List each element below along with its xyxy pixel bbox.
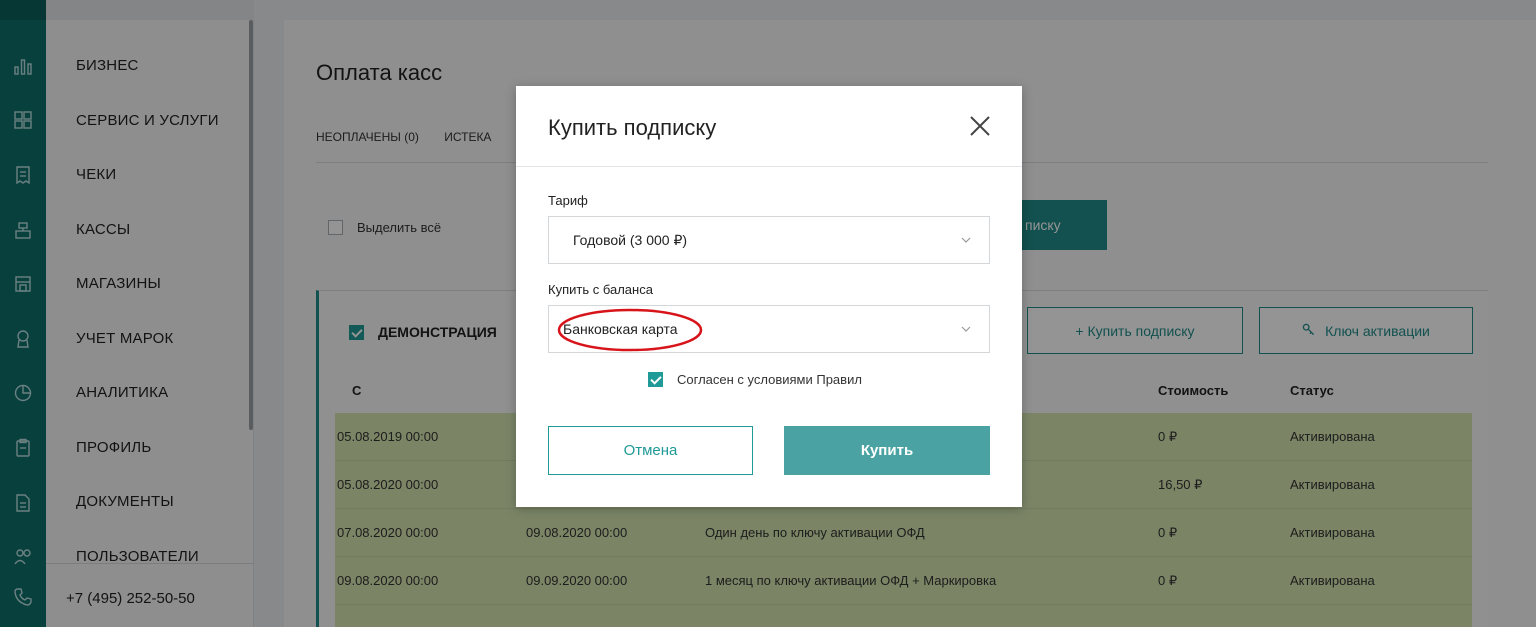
tariff-label: Тариф: [548, 193, 588, 208]
agree-checkbox[interactable]: Согласен с условиями Правил: [648, 372, 862, 387]
chevron-down-icon: [961, 237, 971, 243]
close-icon[interactable]: [968, 114, 992, 138]
balance-label: Купить с баланса: [548, 282, 653, 297]
balance-value: Банковская карта: [563, 321, 678, 337]
cancel-button[interactable]: Отмена: [548, 426, 753, 475]
balance-select[interactable]: Банковская карта: [548, 305, 990, 353]
chevron-down-icon: [961, 326, 971, 332]
tariff-value: Годовой (3 000 ₽): [573, 231, 688, 248]
buy-button[interactable]: Купить: [784, 426, 990, 475]
modal-title: Купить подписку: [548, 115, 717, 140]
modal-divider: [516, 166, 1022, 167]
agree-label: Согласен с условиями Правил: [677, 372, 862, 387]
buy-subscription-modal: Купить подписку Тариф Годовой (3 000 ₽) …: [516, 86, 1022, 507]
agree-checkbox-box[interactable]: [648, 372, 663, 387]
tariff-select[interactable]: Годовой (3 000 ₽): [548, 216, 990, 264]
